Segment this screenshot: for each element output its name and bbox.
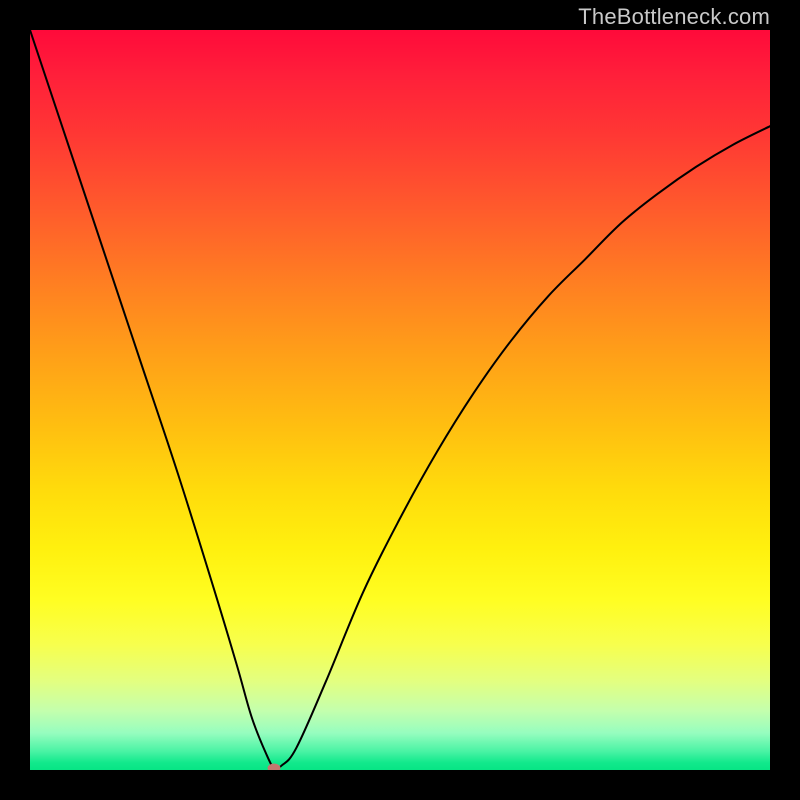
watermark-text: TheBottleneck.com: [578, 4, 770, 30]
curve-layer: [30, 30, 770, 770]
bottleneck-curve: [30, 30, 770, 769]
chart-frame: TheBottleneck.com: [0, 0, 800, 800]
optimum-marker: [268, 763, 281, 770]
plot-area: [30, 30, 770, 770]
